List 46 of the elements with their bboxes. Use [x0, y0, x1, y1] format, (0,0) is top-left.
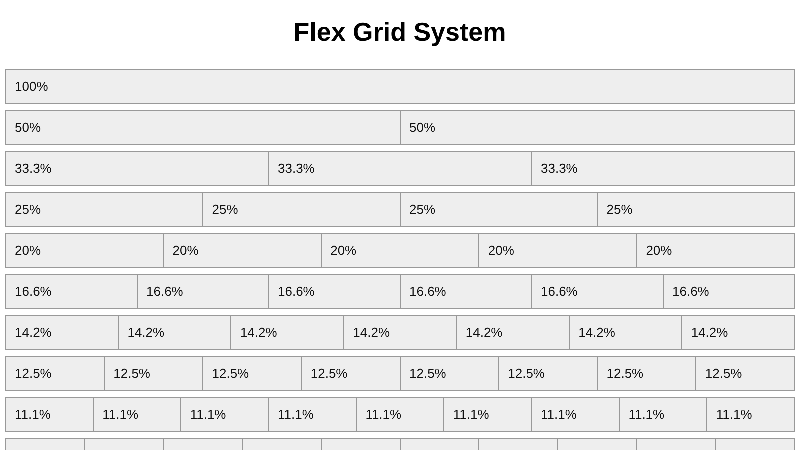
- grid-cell: 12.5%: [202, 356, 302, 391]
- grid-cell: 16.6%: [136, 274, 269, 309]
- grid-cell: 12.5%: [5, 356, 105, 391]
- grid-cell: 11.1%: [92, 397, 182, 432]
- grid-cell: 16.6%: [5, 274, 138, 309]
- grid-cell: 12.5%: [104, 356, 204, 391]
- grid-cell: 25%: [596, 192, 795, 227]
- grid-cell: 16.6%: [268, 274, 400, 309]
- grid-cell: 16.6%: [400, 274, 532, 309]
- grid-cell: 12.5%: [300, 356, 400, 391]
- grid-cell: 20%: [478, 233, 638, 268]
- grid-cell: 16.6%: [531, 274, 664, 309]
- grid-cell: 11.1%: [268, 397, 357, 432]
- grid-cell: 11.1%: [443, 397, 532, 432]
- grid-cell: 14.2%: [5, 315, 119, 350]
- grid-cell: 20%: [320, 233, 480, 268]
- grid-cell: 33.3%: [531, 151, 795, 186]
- grid-cell: 14.2%: [230, 315, 344, 350]
- grid-cell: 25%: [400, 192, 598, 227]
- grid-cell: 25%: [202, 192, 400, 227]
- grid-cell: 12.5%: [695, 356, 795, 391]
- grid-cell: 20%: [636, 233, 795, 268]
- grid-cell: 12.5%: [400, 356, 500, 391]
- grid-cell: 20%: [5, 233, 164, 268]
- grid-cell: 14.2%: [568, 315, 682, 350]
- grid-cell: 14.2%: [456, 315, 570, 350]
- grid-cell: 33.3%: [268, 151, 532, 186]
- grid-cell: 20%: [162, 233, 322, 268]
- grid-cell: 11.1%: [531, 397, 620, 432]
- grid-cell: 11.1%: [706, 397, 796, 432]
- grid-cell: 16.6%: [662, 274, 795, 309]
- grid-cell: 11.1%: [356, 397, 444, 432]
- grid-cell: 12.5%: [498, 356, 598, 391]
- grid-cell: 14.2%: [681, 315, 796, 350]
- grid-cell: 11.1%: [180, 397, 270, 432]
- grid-cell: 25%: [5, 192, 204, 227]
- grid-cell: 12.5%: [596, 356, 696, 391]
- page-title: Flex Grid System: [294, 16, 506, 48]
- grid-cell: 50%: [5, 110, 400, 145]
- grid-cell: 11.1%: [618, 397, 708, 432]
- grid-cell: 11.1%: [5, 397, 94, 432]
- grid-cell: 33.3%: [5, 151, 269, 186]
- grid-cell: 50%: [400, 110, 795, 145]
- grid-cell: 14.2%: [118, 315, 232, 350]
- grid-cell: 14.2%: [343, 315, 457, 350]
- grid-cell: 100%: [5, 69, 795, 104]
